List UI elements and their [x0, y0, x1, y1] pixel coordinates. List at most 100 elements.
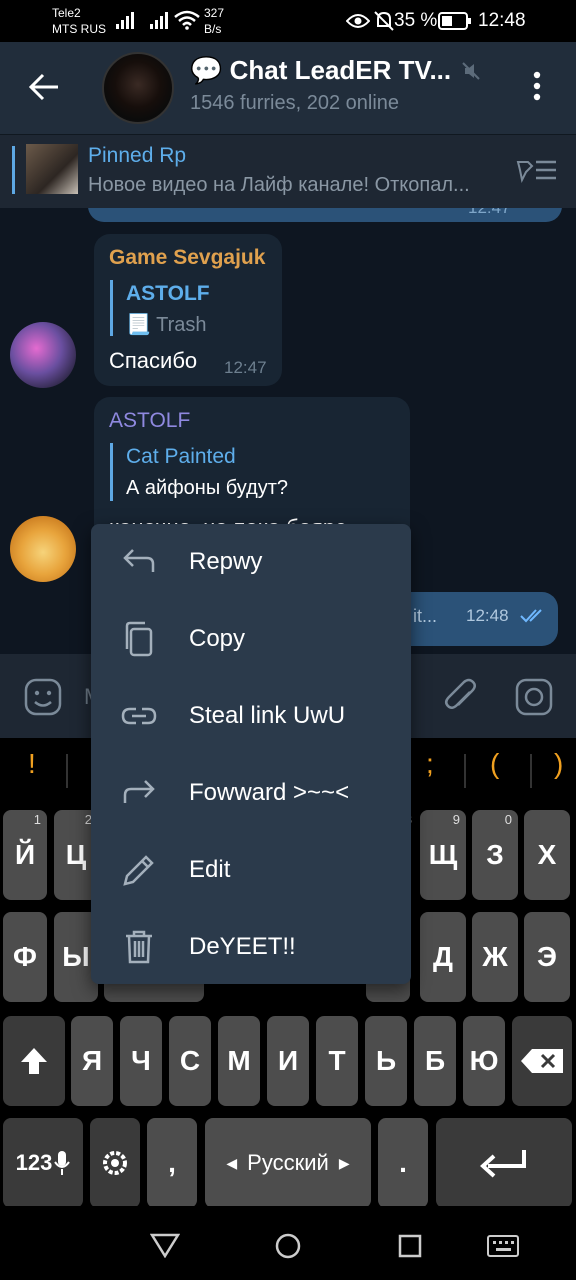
- key-label: Ч: [131, 1045, 151, 1076]
- numbers-key[interactable]: 123: [3, 1118, 83, 1208]
- sender-name[interactable]: Game Sevgajuk: [109, 246, 265, 270]
- key-label: Т: [328, 1045, 346, 1076]
- key[interactable]: 0З: [472, 810, 518, 900]
- symbol-key[interactable]: (: [490, 748, 499, 780]
- net-speed-unit: B/s: [204, 22, 222, 36]
- battery-percent: 35 %: [394, 10, 438, 31]
- system-nav-bar: [0, 1206, 576, 1280]
- key[interactable]: Ь: [365, 1016, 407, 1106]
- menu-item-label: Steal link UwU: [189, 702, 346, 729]
- backspace-key[interactable]: [512, 1016, 572, 1106]
- key-label: Щ: [428, 839, 458, 870]
- space-key[interactable]: ◀ Русский ▶: [205, 1118, 371, 1208]
- reply-sender: ASTOLF: [126, 282, 210, 305]
- shift-key[interactable]: [3, 1016, 65, 1106]
- symbol-divider: [530, 754, 532, 788]
- chat-title[interactable]: 💬 Chat LeadER TV...: [190, 55, 451, 86]
- key-label: Б: [424, 1045, 446, 1076]
- carrier-2: MTS RUS: [52, 22, 106, 36]
- key[interactable]: М: [218, 1016, 260, 1106]
- key-label: Ц: [65, 839, 87, 870]
- message-time: 12:48: [466, 606, 509, 625]
- status-bar: Tele2 MTS RUS 327 B/s 35 % 12:48: [0, 0, 576, 42]
- menu-item-delete[interactable]: DeYEET!!: [91, 909, 411, 986]
- message-text: Спасибо: [109, 348, 198, 373]
- key-label: З: [486, 839, 504, 870]
- key-label: С: [179, 1045, 201, 1076]
- sender-name[interactable]: ASTOLF: [109, 409, 190, 433]
- symbol-key[interactable]: ): [554, 748, 563, 780]
- key[interactable]: Э: [524, 912, 570, 1002]
- sticker-emoji-icon[interactable]: [24, 678, 62, 716]
- menu-item-label: Fowward >~~<: [189, 779, 350, 806]
- home-circle-icon[interactable]: [274, 1232, 302, 1260]
- menu-item-copy[interactable]: Copy: [91, 601, 411, 678]
- incoming-message[interactable]: Game Sevgajuk ASTOLF 📃 Trash Спасибо 12:…: [94, 234, 282, 386]
- key[interactable]: Т: [316, 1016, 358, 1106]
- key-number: 0: [504, 812, 512, 827]
- message-context-menu: Repwy Copy Steal link UwU Fowward >~~< E…: [91, 524, 411, 984]
- key-label: Я: [81, 1045, 103, 1076]
- period-key[interactable]: .: [378, 1118, 428, 1208]
- reply-text: А айфоны будут?: [126, 477, 289, 499]
- key-label: 123: [15, 1150, 53, 1175]
- key[interactable]: Ж: [472, 912, 518, 1002]
- recents-square-icon[interactable]: [398, 1234, 422, 1258]
- key[interactable]: 1Й: [3, 810, 47, 900]
- key-label: ,: [168, 1147, 176, 1178]
- back-triangle-icon[interactable]: [150, 1232, 180, 1258]
- signal-icon-2: [150, 12, 168, 29]
- reply-indicator: [110, 280, 113, 336]
- pinned-indicator: [12, 146, 15, 194]
- more-menu-icon[interactable]: [530, 70, 544, 104]
- outgoing-message[interactable]: ed it... 12:48: [388, 592, 558, 646]
- key[interactable]: Я: [71, 1016, 113, 1106]
- reply-text: 📃 Trash: [126, 314, 207, 336]
- sender-avatar[interactable]: [10, 322, 76, 388]
- key[interactable]: Ф: [3, 912, 47, 1002]
- link-icon: [121, 707, 157, 725]
- key[interactable]: Ч: [120, 1016, 162, 1106]
- key[interactable]: 9Щ: [420, 810, 466, 900]
- back-arrow-icon[interactable]: [28, 72, 60, 102]
- net-speed: 327: [204, 6, 225, 20]
- comma-key[interactable]: ,: [147, 1118, 197, 1208]
- sender-avatar[interactable]: [10, 516, 76, 582]
- keyboard-toggle-icon[interactable]: [486, 1234, 520, 1258]
- key[interactable]: С: [169, 1016, 211, 1106]
- menu-item-label: DeYEET!!: [189, 933, 296, 960]
- key-label: Ф: [13, 941, 37, 972]
- mic-icon: [54, 1151, 71, 1175]
- copy-icon: [125, 621, 153, 657]
- pinned-thumbnail: [26, 144, 78, 194]
- enter-key[interactable]: [436, 1118, 572, 1208]
- mute-bell-icon: [374, 11, 394, 31]
- battery-icon: [438, 12, 471, 30]
- attach-icon[interactable]: [444, 678, 478, 718]
- key[interactable]: Д: [420, 912, 466, 1002]
- trash-icon: [126, 930, 152, 964]
- key-number: 9: [452, 812, 460, 827]
- symbol-key[interactable]: !: [28, 748, 36, 780]
- key[interactable]: Х: [524, 810, 570, 900]
- pinned-message-bar[interactable]: [0, 134, 576, 209]
- emoji-key[interactable]: [90, 1118, 140, 1208]
- key[interactable]: И: [267, 1016, 309, 1106]
- camera-icon[interactable]: [515, 678, 553, 716]
- unpin-list-icon[interactable]: [514, 156, 558, 184]
- menu-item-copy-link[interactable]: Steal link UwU: [91, 678, 411, 755]
- menu-item-forward[interactable]: Fowward >~~<: [91, 755, 411, 832]
- chat-avatar[interactable]: [102, 52, 174, 124]
- key-label: .: [399, 1147, 407, 1178]
- right-arrow-icon: ▶: [338, 1154, 350, 1171]
- pinned-title: Pinned Rp: [88, 144, 187, 167]
- menu-item-reply[interactable]: Repwy: [91, 524, 411, 601]
- key[interactable]: Ю: [463, 1016, 505, 1106]
- key-label: Х: [537, 839, 557, 870]
- forward-icon: [123, 780, 155, 803]
- menu-item-edit[interactable]: Edit: [91, 832, 411, 909]
- eye-icon: [346, 14, 370, 28]
- symbol-key[interactable]: ;: [426, 748, 434, 780]
- reply-icon: [123, 549, 155, 572]
- key[interactable]: Б: [414, 1016, 456, 1106]
